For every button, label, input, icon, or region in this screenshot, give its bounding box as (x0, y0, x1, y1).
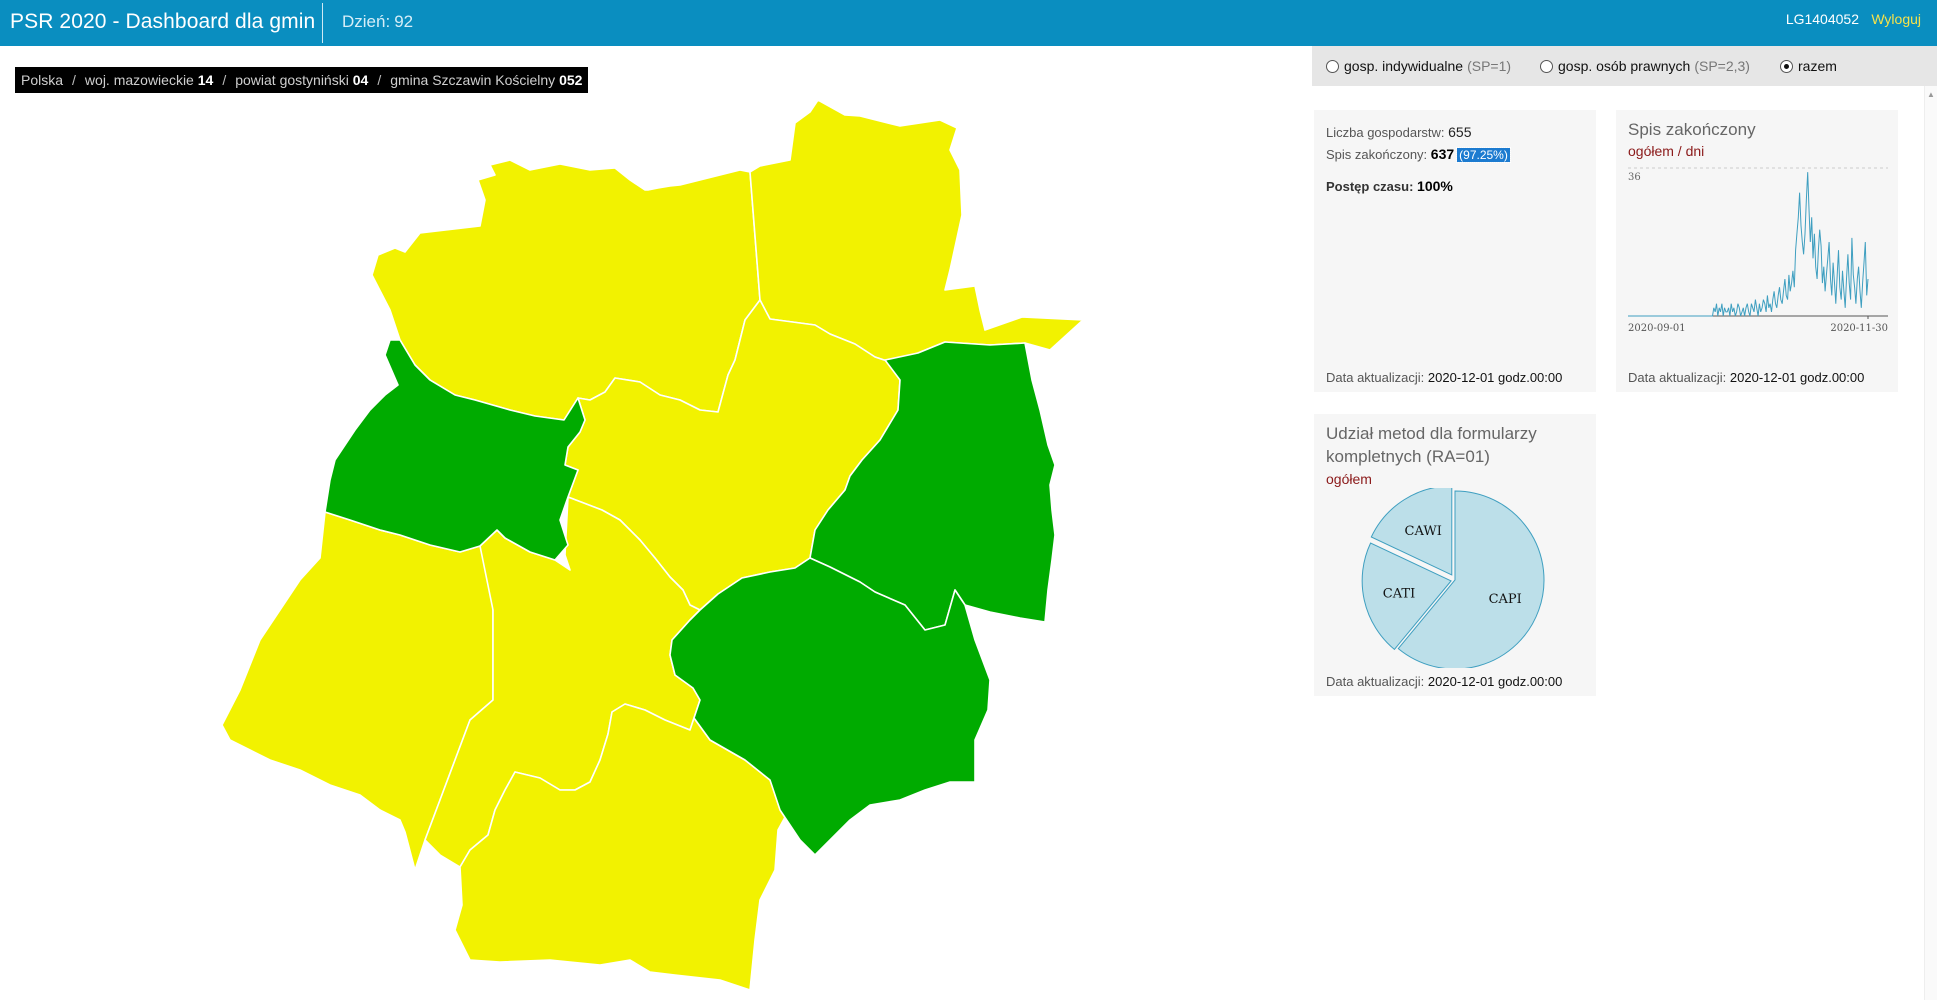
updated-value: 2020-12-01 godz.00:00 (1427, 370, 1563, 385)
radio-selected-icon[interactable] (1780, 59, 1793, 73)
methods-chart-card: Udział metod dla formularzy kompletnych … (1314, 414, 1596, 696)
pie-label-cawi: CAWI (1405, 524, 1442, 539)
top-bar: PSR 2020 - Dashboard dla gmin Dzień: 92 L… (0, 0, 1937, 46)
user-id: LG1404052 (1785, 11, 1859, 27)
completion-line-chart: 36 2020-09-01 2020-11-30 (1628, 167, 1888, 334)
pie-label-capi: CAPI (1489, 592, 1522, 607)
households-row: Liczba gospodarstw: 655 (1326, 124, 1472, 140)
day-value: 92 (394, 12, 414, 31)
completion-chart-card: Spis zakończony ogółem / dni 36 2020-09-0… (1616, 110, 1898, 392)
scrollbar[interactable]: ▲ (1924, 86, 1937, 1000)
side-panel: gosp. indywidualne (SP=1) gosp. osób pra… (1312, 46, 1937, 1000)
updated-label: Data aktualizacji: (1326, 370, 1425, 385)
time-progress-value: 100% (1417, 178, 1453, 194)
x-tick-label: 2020-11-30 (1830, 323, 1888, 334)
day-label: Dzień: (342, 12, 391, 31)
methods-chart-subtitle: ogółem (1326, 471, 1372, 487)
summary-card: Liczba gospodarstw: 655 Spis zakończony:… (1314, 110, 1596, 392)
completed-percentage: (97.25%) (1456, 147, 1511, 163)
region-map (221, 99, 1084, 991)
day-counter: Dzień: 92 (342, 12, 413, 32)
methods-chart-title: Udział metod dla formularzy kompletnych … (1326, 422, 1537, 468)
methods-pie-chart: CAPI CATI CAWI (1361, 488, 1545, 668)
methods-updated: Data aktualizacji: 2020-12-01 godz.00:00 (1326, 674, 1562, 689)
time-progress-row: Postęp czasu: 100% (1326, 178, 1453, 194)
filter-label: gosp. indywidualne (1344, 58, 1464, 74)
x-tick-label: 2020-09-01 (1628, 323, 1686, 334)
completion-updated: Data aktualizacji: 2020-12-01 godz.00:00 (1628, 370, 1864, 385)
scroll-up-icon[interactable]: ▲ (1927, 90, 1935, 99)
radio-icon[interactable] (1326, 59, 1339, 73)
methods-title-line2: kompletnych (RA=01) (1326, 447, 1490, 466)
radio-icon[interactable] (1540, 59, 1553, 73)
households-label: Liczba gospodarstw: (1326, 125, 1445, 140)
completion-series-line (1628, 172, 1869, 317)
filter-note: (SP=1) (1467, 58, 1512, 74)
filter-radio-total[interactable]: razem (1780, 58, 1837, 74)
filter-label: razem (1798, 58, 1837, 74)
completion-chart-title: Spis zakończony (1628, 120, 1756, 139)
updated-label: Data aktualizacji: (1326, 674, 1425, 689)
completed-value: 637 (1430, 146, 1455, 162)
completed-label: Spis zakończony: (1326, 147, 1428, 162)
updated-value: 2020-12-01 godz.00:00 (1729, 370, 1865, 385)
updated-label: Data aktualizacji: (1628, 370, 1727, 385)
completion-chart-subtitle: ogółem / dni (1628, 143, 1705, 159)
households-value: 655 (1448, 124, 1472, 140)
summary-updated: Data aktualizacji: 2020-12-01 godz.00:00 (1326, 370, 1562, 385)
map-area: Polska / woj. mazowieckie 14/powiat gostyn… (0, 46, 1312, 1000)
filter-radio-individual[interactable]: gosp. indywidualne (SP=1) (1326, 58, 1511, 74)
updated-value: 2020-12-01 godz.00:00 (1427, 674, 1563, 689)
header-divider (322, 3, 323, 43)
filter-radio-legal-entities[interactable]: gosp. osób prawnych (SP=2,3) (1540, 58, 1750, 74)
time-progress-label: Postęp czasu: (1326, 179, 1414, 194)
completed-row: Spis zakończony: 637 (97.25%) (1326, 146, 1511, 163)
methods-title-line1: Udział metod dla formularzy (1326, 424, 1537, 443)
filter-note: (SP=2,3) (1694, 58, 1750, 74)
app-title: PSR 2020 - Dashboard dla gmin (10, 10, 316, 33)
logout-link[interactable]: Wyloguj (1871, 11, 1921, 27)
filter-label: gosp. osób prawnych (1558, 58, 1691, 74)
y-tick-label: 36 (1628, 172, 1641, 183)
filter-bar: gosp. indywidualne (SP=1) gosp. osób pra… (1312, 46, 1937, 86)
pie-label-cati: CATI (1383, 587, 1415, 602)
